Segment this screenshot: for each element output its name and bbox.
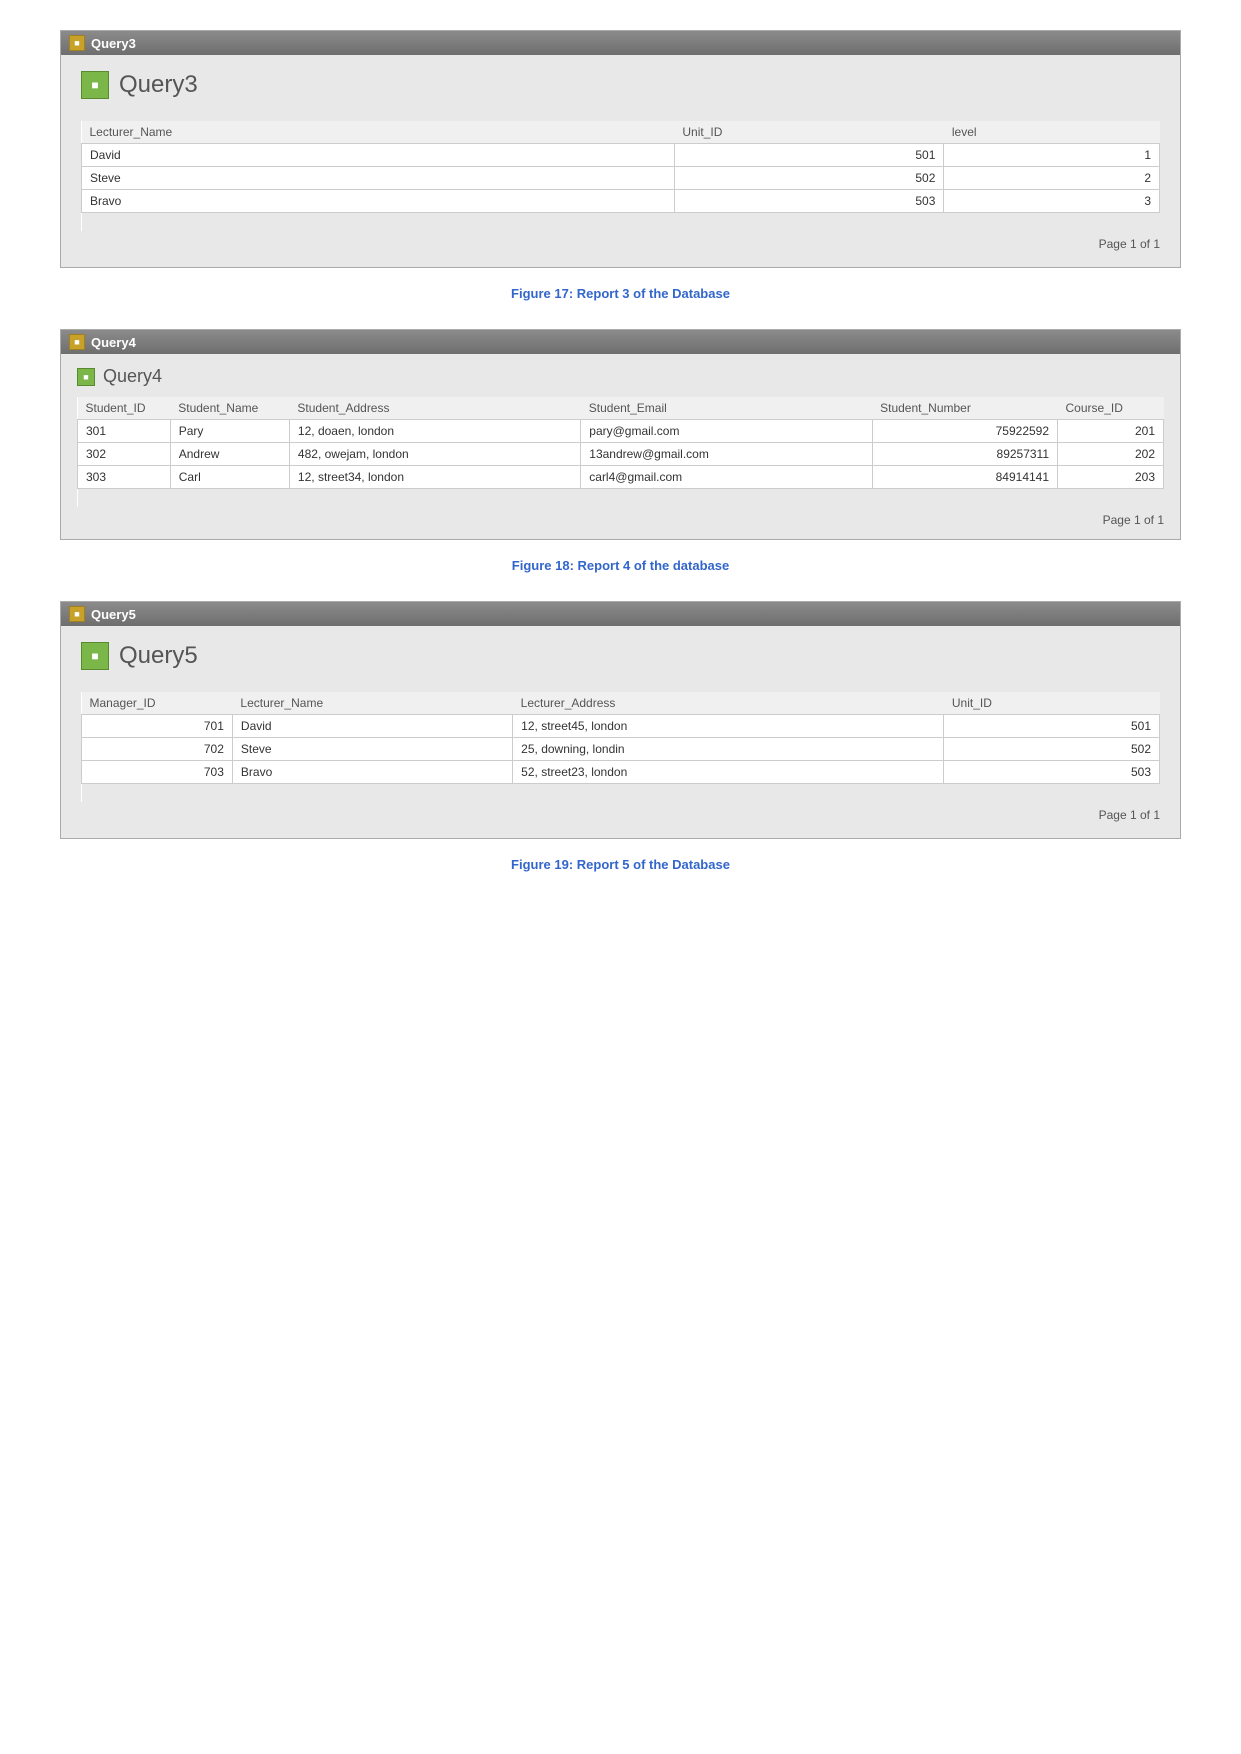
query3-header: ■ Query3: [81, 71, 1160, 107]
q5-unit-id: 501: [944, 715, 1160, 738]
query5-inner: ■ Query5 Manager_ID Lecturer_Name Lectur…: [61, 626, 1180, 838]
query5-col-unit-id: Unit_ID: [944, 692, 1160, 715]
query3-pagination: Page 1 of 1: [81, 231, 1160, 253]
query4-pagination: Page 1 of 1: [77, 507, 1164, 529]
query4-table: Student_ID Student_Name Student_Address …: [77, 397, 1164, 507]
query3-report-title: Query3: [119, 71, 198, 99]
query5-header: ■ Query5: [81, 642, 1160, 678]
query4-col-student-number: Student_Number: [872, 397, 1057, 420]
query4-title-icon: ■: [69, 334, 85, 350]
query3-window: ■ Query3 ■ Query3 Lecturer_Name Unit_ID …: [60, 30, 1181, 268]
q5-lecturer-name: Bravo: [232, 761, 512, 784]
q4-student-email: carl4@gmail.com: [581, 466, 872, 489]
q3-lecturer-name: Steve: [82, 167, 675, 190]
q4-student-address: 12, doaen, london: [289, 420, 580, 443]
query4-caption: Figure 18: Report 4 of the database: [60, 558, 1181, 573]
query4-title-label: Query4: [91, 335, 136, 350]
query5-title-bar: ■ Query5: [61, 602, 1180, 626]
q4-student-email: 13andrew@gmail.com: [581, 443, 872, 466]
q4-student-name: Carl: [170, 466, 289, 489]
table-row: David 501 1: [82, 144, 1160, 167]
q4-student-number: 75922592: [872, 420, 1057, 443]
query4-title-bar: ■ Query4: [61, 330, 1180, 354]
q5-lecturer-address: 25, downing, londin: [513, 738, 944, 761]
table-row: 301 Pary 12, doaen, london pary@gmail.co…: [78, 420, 1164, 443]
q5-lecturer-name: David: [232, 715, 512, 738]
q4-spacer: [78, 489, 1164, 508]
query3-title-bar: ■ Query3: [61, 31, 1180, 55]
q4-student-id: 302: [78, 443, 171, 466]
table-row: 701 David 12, street45, london 501: [82, 715, 1160, 738]
query3-col-unit-id: Unit_ID: [674, 121, 944, 144]
q4-student-id: 301: [78, 420, 171, 443]
q5-manager-id: 702: [82, 738, 233, 761]
query3-col-level: level: [944, 121, 1160, 144]
q5-manager-id: 701: [82, 715, 233, 738]
query3-header-icon: ■: [81, 71, 109, 99]
query3-table: Lecturer_Name Unit_ID level David 501 1 …: [81, 121, 1160, 231]
q4-student-number: 89257311: [872, 443, 1057, 466]
query5-header-icon: ■: [81, 642, 109, 670]
query4-col-student-email: Student_Email: [581, 397, 872, 420]
query4-report-title: Query4: [103, 366, 162, 387]
q3-unit-id: 502: [674, 167, 944, 190]
q4-student-address: 482, owejam, london: [289, 443, 580, 466]
q4-student-number: 84914141: [872, 466, 1057, 489]
query5-col-lecturer-address: Lecturer_Address: [513, 692, 944, 715]
q4-student-name: Pary: [170, 420, 289, 443]
q4-course-id: 203: [1058, 466, 1164, 489]
table-row: 303 Carl 12, street34, london carl4@gmai…: [78, 466, 1164, 489]
q3-lecturer-name: Bravo: [82, 190, 675, 213]
q3-unit-id: 501: [674, 144, 944, 167]
query4-header-icon: ■: [77, 368, 95, 386]
q3-level: 1: [944, 144, 1160, 167]
query3-inner: ■ Query3 Lecturer_Name Unit_ID level Dav…: [61, 55, 1180, 267]
query4-inner: ■ Query4 Student_ID Student_Name Student…: [61, 354, 1180, 539]
query4-col-student-address: Student_Address: [289, 397, 580, 420]
q4-student-address: 12, street34, london: [289, 466, 580, 489]
query4-window: ■ Query4 ■ Query4 Student_ID Student_Nam…: [60, 329, 1181, 540]
q5-lecturer-name: Steve: [232, 738, 512, 761]
q3-level: 2: [944, 167, 1160, 190]
query3-title-icon: ■: [69, 35, 85, 51]
q5-unit-id: 503: [944, 761, 1160, 784]
q3-lecturer-name: David: [82, 144, 675, 167]
q4-course-id: 202: [1058, 443, 1164, 466]
query5-col-lecturer-name: Lecturer_Name: [232, 692, 512, 715]
query5-title-icon: ■: [69, 606, 85, 622]
q4-course-id: 201: [1058, 420, 1164, 443]
q5-manager-id: 703: [82, 761, 233, 784]
query5-title-label: Query5: [91, 607, 136, 622]
query5-table: Manager_ID Lecturer_Name Lecturer_Addres…: [81, 692, 1160, 802]
q5-lecturer-address: 52, street23, london: [513, 761, 944, 784]
q5-unit-id: 502: [944, 738, 1160, 761]
table-row: 302 Andrew 482, owejam, london 13andrew@…: [78, 443, 1164, 466]
q3-spacer: [82, 213, 1160, 232]
q3-level: 3: [944, 190, 1160, 213]
query3-caption: Figure 17: Report 3 of the Database: [60, 286, 1181, 301]
query5-pagination: Page 1 of 1: [81, 802, 1160, 824]
query5-caption: Figure 19: Report 5 of the Database: [60, 857, 1181, 872]
q5-lecturer-address: 12, street45, london: [513, 715, 944, 738]
query4-col-course-id: Course_ID: [1058, 397, 1164, 420]
query3-col-lecturer-name: Lecturer_Name: [82, 121, 675, 144]
table-row: 702 Steve 25, downing, londin 502: [82, 738, 1160, 761]
q4-student-id: 303: [78, 466, 171, 489]
q3-unit-id: 503: [674, 190, 944, 213]
table-row: Steve 502 2: [82, 167, 1160, 190]
table-row: 703 Bravo 52, street23, london 503: [82, 761, 1160, 784]
query5-report-title: Query5: [119, 642, 198, 670]
q4-student-email: pary@gmail.com: [581, 420, 872, 443]
q5-spacer: [82, 784, 1160, 803]
query3-title-label: Query3: [91, 36, 136, 51]
query4-col-student-name: Student_Name: [170, 397, 289, 420]
q4-student-name: Andrew: [170, 443, 289, 466]
query5-window: ■ Query5 ■ Query5 Manager_ID Lecturer_Na…: [60, 601, 1181, 839]
table-row: Bravo 503 3: [82, 190, 1160, 213]
query5-col-manager-id: Manager_ID: [82, 692, 233, 715]
query4-col-student-id: Student_ID: [78, 397, 171, 420]
